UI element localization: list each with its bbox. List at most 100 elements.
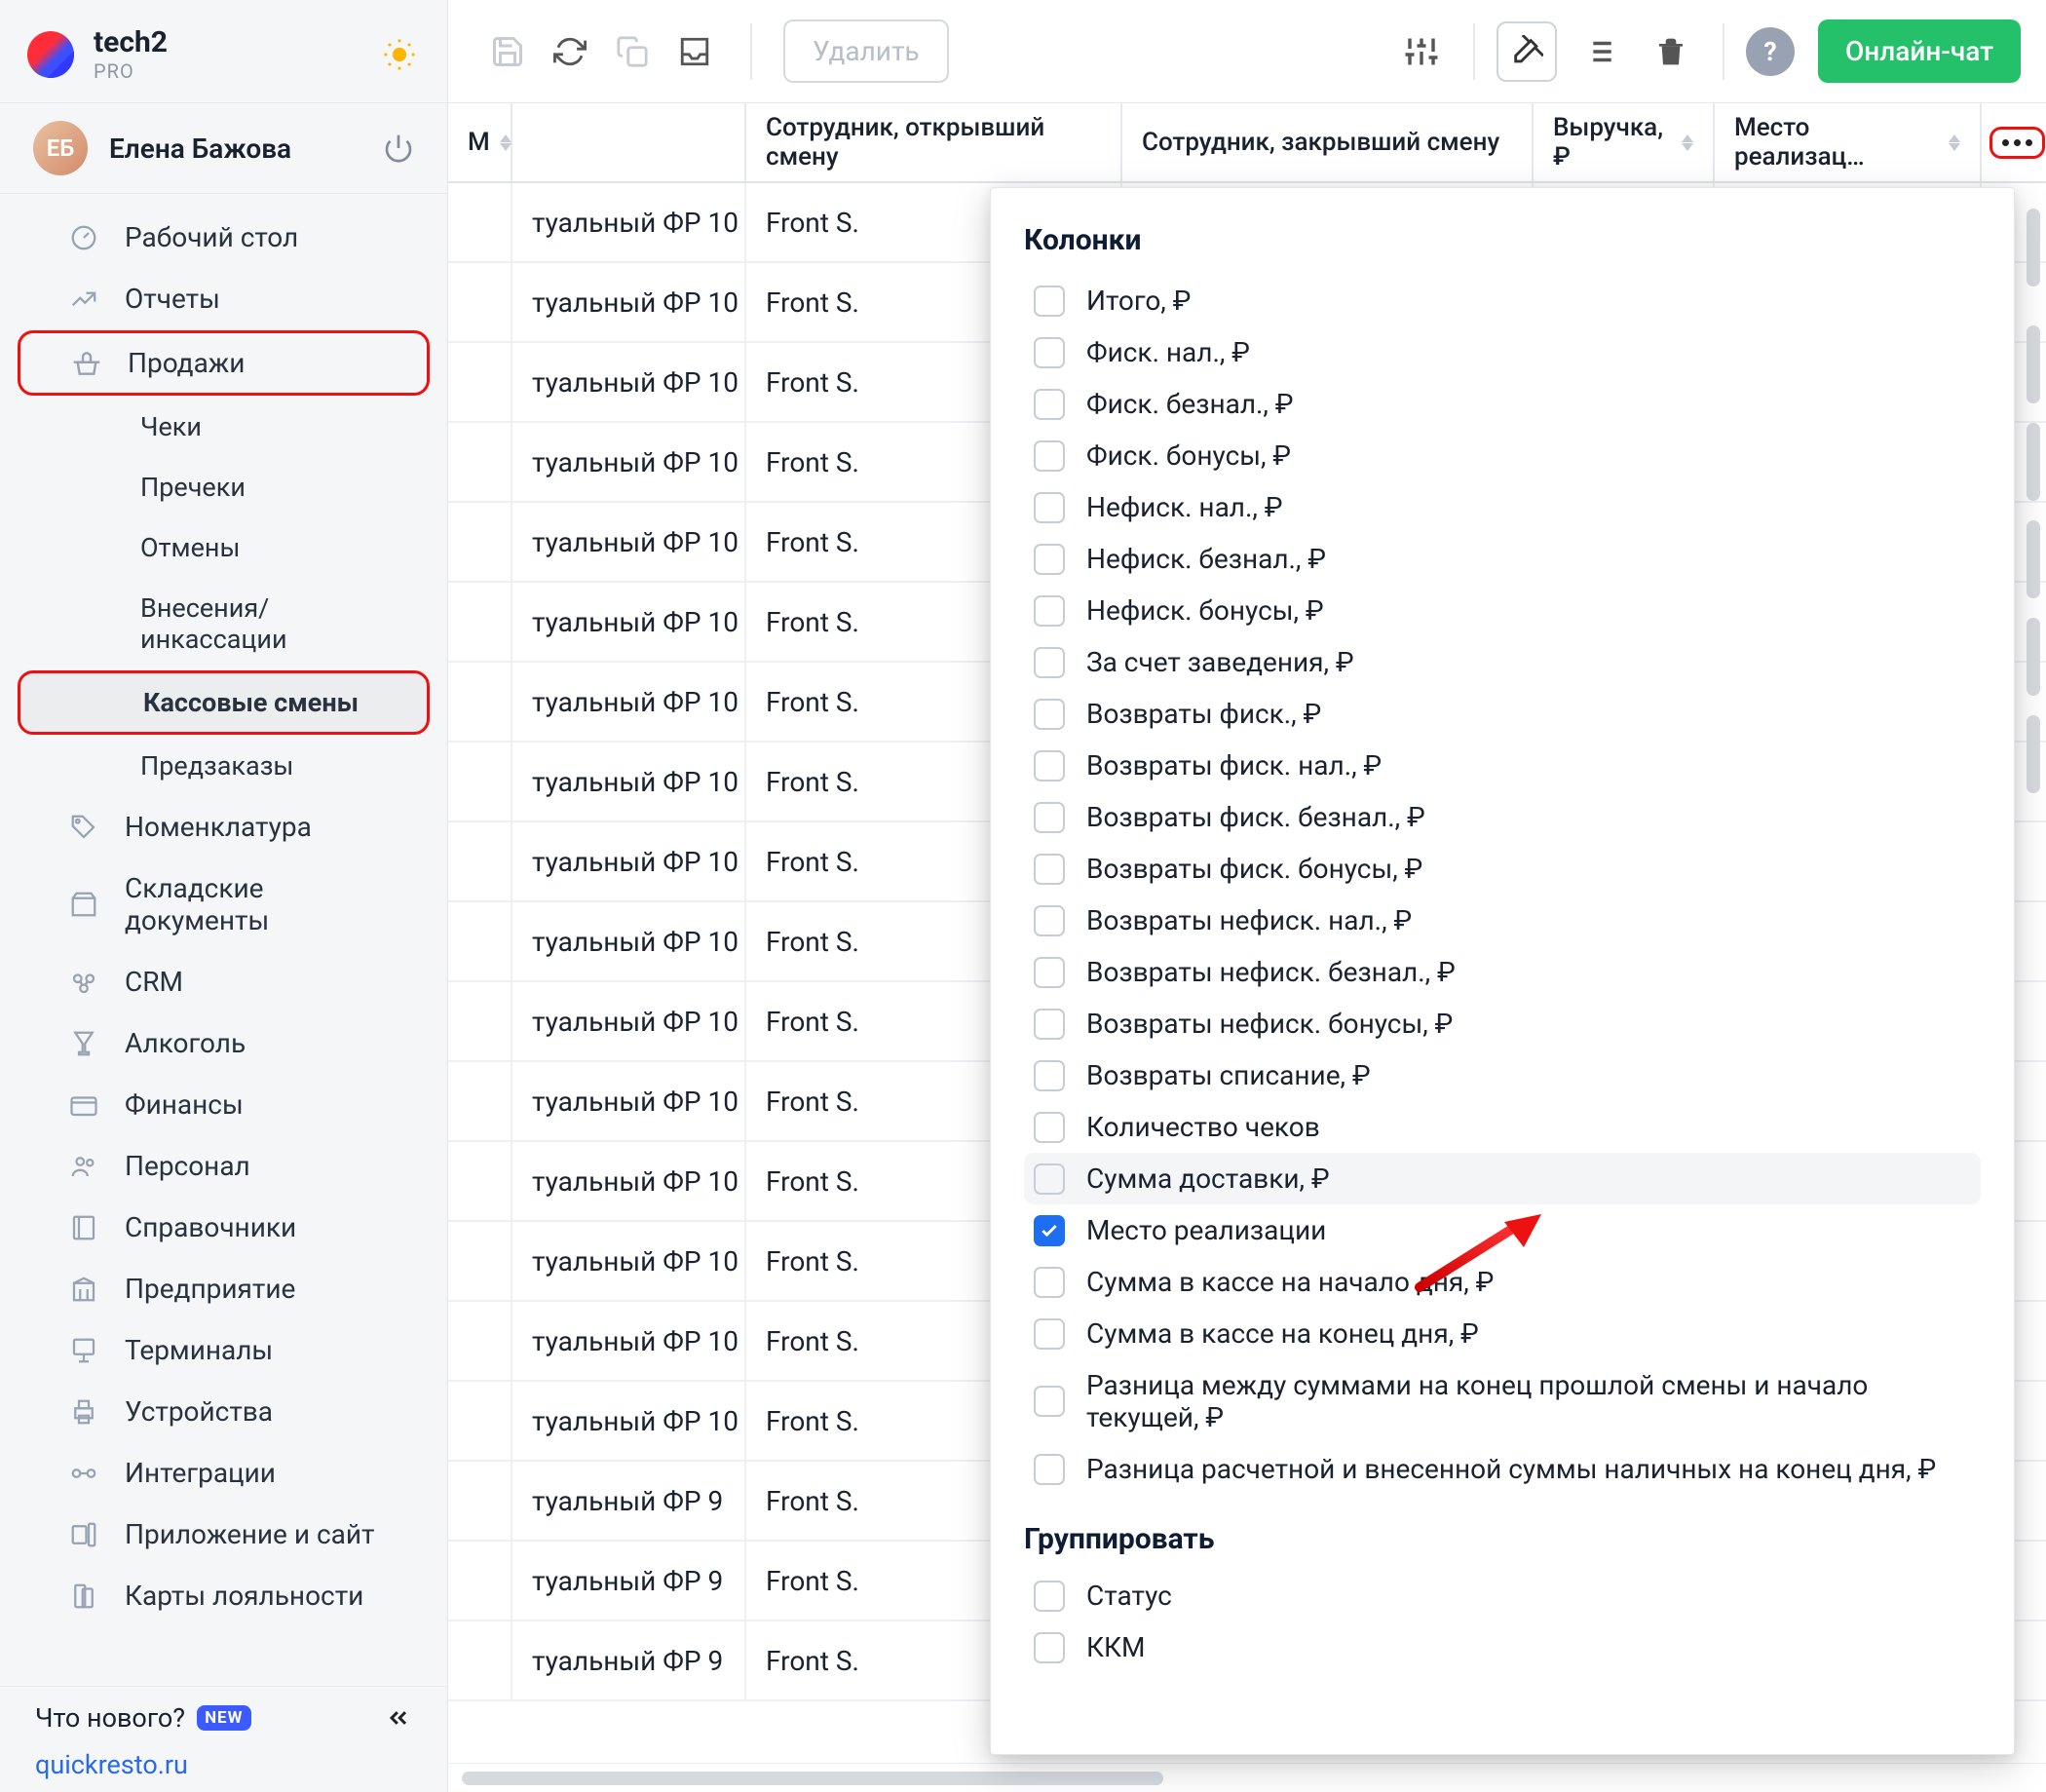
checkbox[interactable] [1034,1267,1065,1298]
sidebar-collapse-icon[interactable] [385,1704,412,1732]
checkbox[interactable] [1034,1060,1065,1091]
checkbox[interactable] [1034,1454,1065,1485]
logout-icon[interactable] [383,133,414,164]
sidebar-item-20[interactable]: Приложение и сайт [18,1505,430,1564]
th-kkm[interactable]: М [448,103,512,181]
tools-button[interactable] [1497,21,1557,82]
checkbox[interactable] [1034,1581,1065,1612]
column-option[interactable]: Возвраты фиск. безнал., ₽ [1024,791,1981,843]
horizontal-scrollbar[interactable] [448,1763,2046,1792]
checkbox[interactable] [1034,699,1065,730]
sidebar-item-19[interactable]: Интеграции [18,1443,430,1503]
column-option[interactable]: Возвраты нефиск. безнал., ₽ [1024,946,1981,998]
sidebar-item-21[interactable]: Карты лояльности [18,1566,430,1625]
column-option[interactable]: ККМ [1024,1621,1981,1673]
column-option[interactable]: Сумма в кассе на конец дня, ₽ [1024,1308,1981,1359]
checkbox[interactable] [1034,492,1065,523]
sidebar-item-1[interactable]: Отчеты [18,269,430,328]
checkbox[interactable] [1034,389,1065,420]
sidebar-item-5[interactable]: Отмены [18,518,430,577]
th-device[interactable] [512,103,746,181]
checkbox[interactable] [1034,1318,1065,1350]
save-button[interactable] [477,21,538,82]
column-option[interactable]: Нефиск. бонусы, ₽ [1024,585,1981,636]
checkbox[interactable] [1034,595,1065,627]
sidebar-item-3[interactable]: Чеки [18,398,430,456]
columns-toggle-button[interactable] [1989,127,2045,159]
sidebar-item-16[interactable]: Предприятие [18,1259,430,1318]
column-option[interactable]: Фиск. нал., ₽ [1024,326,1981,378]
sidebar-item-0[interactable]: Рабочий стол [18,208,430,267]
refresh-button[interactable] [540,21,600,82]
sidebar-item-15[interactable]: Справочники [18,1198,430,1257]
checkbox[interactable] [1034,905,1065,936]
checkbox[interactable] [1034,750,1065,782]
sidebar-item-12[interactable]: Алкоголь [18,1013,430,1073]
checkbox[interactable] [1034,1112,1065,1143]
theme-toggle-icon[interactable] [383,38,416,71]
th-location[interactable]: Место реализац… [1715,103,1982,181]
sidebar-item-4[interactable]: Пречеки [18,458,430,516]
th-more[interactable] [1982,103,2046,181]
sidebar-item-10[interactable]: Складские документы [18,858,430,950]
column-option[interactable]: Фиск. безнал., ₽ [1024,378,1981,430]
whats-new-link[interactable]: Что нового? NEW [35,1702,412,1734]
column-option[interactable]: Возвраты фиск., ₽ [1024,688,1981,740]
help-button[interactable]: ? [1746,27,1795,76]
sidebar-item-14[interactable]: Персонал [18,1136,430,1196]
sidebar-item-7[interactable]: Кассовые смены [18,670,430,735]
checkbox[interactable] [1034,337,1065,368]
checkbox[interactable] [1034,1632,1065,1663]
column-option[interactable]: Разница расчетной и внесенной суммы нали… [1024,1443,1981,1495]
delete-button[interactable]: Удалить [783,19,949,83]
th-revenue[interactable]: Выручка, ₽ [1534,103,1715,181]
column-option[interactable]: Сумма в кассе на начало дня, ₽ [1024,1256,1981,1308]
settings-sliders-button[interactable] [1391,21,1452,82]
column-option[interactable]: Возвраты нефиск. бонусы, ₽ [1024,998,1981,1049]
checkbox[interactable] [1034,440,1065,472]
checkbox[interactable] [1034,854,1065,885]
sidebar-item-6[interactable]: Внесения/инкассации [18,579,430,668]
checkbox[interactable] [1034,1009,1065,1040]
site-link[interactable]: quickresto.ru [35,1734,412,1780]
checkbox[interactable] [1034,1215,1065,1246]
column-option[interactable]: Возвраты фиск. нал., ₽ [1024,740,1981,791]
sidebar-item-18[interactable]: Устройства [18,1382,430,1441]
column-option[interactable]: За счет заведения, ₽ [1024,636,1981,688]
sidebar-item-17[interactable]: Терминалы [18,1320,430,1380]
checkbox[interactable] [1034,1163,1065,1195]
sidebar-item-11[interactable]: CRM [18,952,430,1011]
column-option[interactable]: Возвраты списание, ₽ [1024,1049,1981,1101]
column-option[interactable]: Возвраты нефиск. нал., ₽ [1024,895,1981,946]
vertical-scrollbar[interactable] [2027,209,2040,1743]
trash-button[interactable] [1641,21,1701,82]
checkbox[interactable] [1034,647,1065,678]
column-option[interactable]: Статус [1024,1570,1981,1621]
copy-button[interactable] [602,21,663,82]
checkbox[interactable] [1034,286,1065,317]
sidebar-item-2[interactable]: Продажи [18,330,430,396]
column-option[interactable]: Разница между суммами на конец прошлой с… [1024,1359,1981,1443]
sidebar-item-9[interactable]: Номенклатура [18,797,430,857]
inbox-button[interactable] [664,21,725,82]
user-block[interactable]: ЕБ Елена Бажова [0,102,447,194]
column-option[interactable]: Количество чеков [1024,1101,1981,1153]
sidebar-item-8[interactable]: Предзаказы [18,737,430,795]
checkbox[interactable] [1034,544,1065,575]
column-option[interactable]: Нефиск. нал., ₽ [1024,481,1981,533]
sidebar-item-13[interactable]: Финансы [18,1075,430,1134]
column-option[interactable]: Возвраты фиск. бонусы, ₽ [1024,843,1981,895]
online-chat-button[interactable]: Онлайн-чат [1818,19,2021,83]
th-opened-by[interactable]: Сотрудник, открывший смену [746,103,1122,181]
checkbox[interactable] [1034,1386,1065,1417]
column-option[interactable]: Фиск. бонусы, ₽ [1024,430,1981,481]
th-closed-by[interactable]: Сотрудник, закрывший смену [1122,103,1534,181]
list-button[interactable] [1569,21,1629,82]
column-option[interactable]: Сумма доставки, ₽ [1024,1153,1981,1204]
column-option[interactable]: Нефиск. безнал., ₽ [1024,533,1981,585]
sidebar-item-label: Продажи [128,347,405,379]
checkbox[interactable] [1034,957,1065,988]
checkbox[interactable] [1034,802,1065,833]
column-option[interactable]: Итого, ₽ [1024,275,1981,326]
column-option[interactable]: Место реализации [1024,1204,1981,1256]
